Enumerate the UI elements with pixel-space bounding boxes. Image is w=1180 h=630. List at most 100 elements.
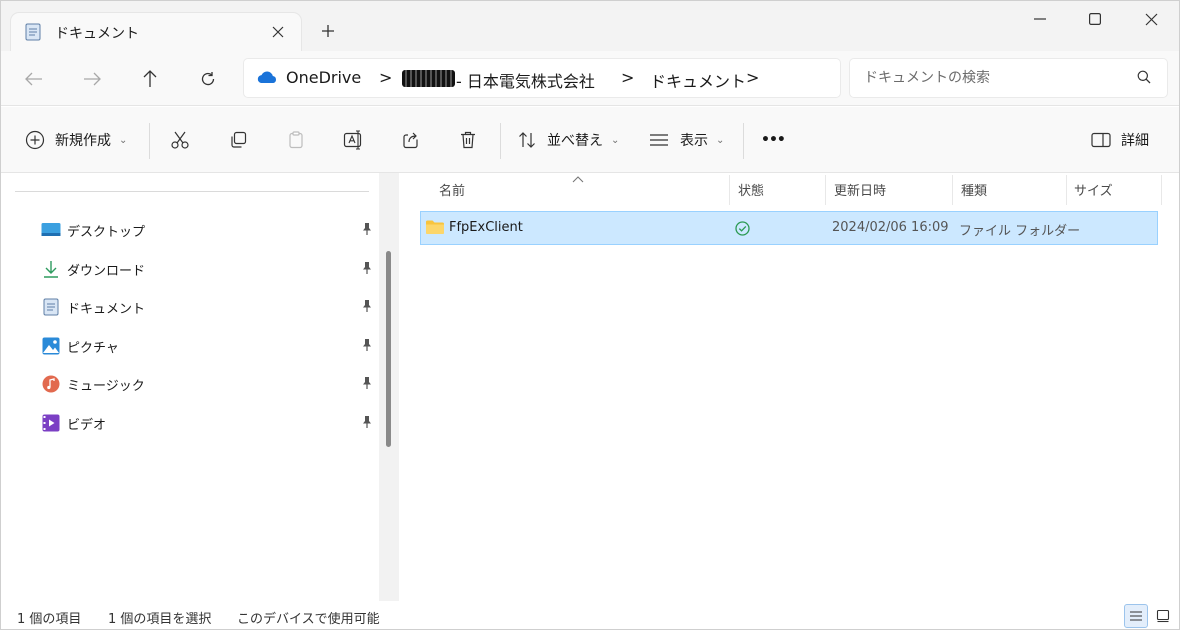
copy-button[interactable] (222, 124, 254, 156)
address-bar[interactable]: OneDrive > - 日本電気株式会社 > ドキュメント > (244, 59, 840, 97)
breadcrumb-documents[interactable]: ドキュメント (650, 68, 746, 92)
details-pane-icon (1089, 124, 1113, 156)
share-icon (395, 124, 427, 156)
file-type: ファイル フォルダー (959, 224, 1081, 239)
pin-icon[interactable] (361, 222, 373, 240)
pin-icon[interactable] (361, 376, 373, 394)
desktop-icon (41, 220, 61, 240)
toolbar-divider (743, 123, 744, 159)
column-header-size[interactable]: サイズ (1074, 173, 1113, 205)
pictures-icon (41, 336, 61, 356)
toolbar-divider (500, 123, 501, 159)
back-button[interactable] (18, 63, 50, 95)
video-icon (41, 413, 61, 433)
view-list-icon (646, 124, 672, 156)
maximize-button[interactable] (1067, 1, 1123, 37)
sidebar-item-label: ドキュメント (67, 301, 146, 317)
column-divider[interactable] (825, 175, 826, 205)
sidebar-item-music[interactable]: ミュージック (41, 367, 381, 401)
clipboard-icon (280, 124, 312, 156)
new-tab-button[interactable] (315, 18, 341, 44)
breadcrumb-organization[interactable]: - 日本電気株式会社 (456, 68, 595, 92)
music-icon (41, 374, 61, 394)
sort-icon (515, 124, 539, 156)
pin-icon[interactable] (361, 338, 373, 356)
breadcrumb-separator[interactable]: > (621, 68, 634, 87)
share-button[interactable] (395, 124, 427, 156)
title-bar: ドキュメント (1, 1, 1179, 51)
more-options-button[interactable]: ••• (761, 124, 786, 156)
column-divider[interactable] (952, 175, 953, 205)
folder-icon (425, 219, 445, 239)
refresh-icon (201, 72, 215, 86)
breadcrumb-separator[interactable]: > (746, 68, 759, 87)
pin-icon[interactable] (361, 261, 373, 279)
sidebar-item-videos[interactable]: ビデオ (41, 406, 381, 440)
cut-button[interactable] (164, 124, 196, 156)
large-icons-view-icon (1156, 609, 1170, 623)
redacted-name (402, 70, 455, 87)
chevron-down-icon: ⌄ (119, 134, 128, 146)
rename-icon (338, 124, 370, 156)
column-divider[interactable] (1066, 175, 1067, 205)
paste-button[interactable] (280, 124, 312, 156)
plus-circle-icon (23, 124, 47, 156)
arrow-right-icon (84, 72, 101, 86)
view-button-label: 表示 (680, 133, 708, 149)
onedrive-icon (256, 70, 278, 88)
details-view-button[interactable] (1124, 604, 1148, 628)
breadcrumb-onedrive[interactable]: OneDrive (286, 68, 361, 87)
view-button[interactable]: 表示 ⌄ (646, 124, 724, 156)
chevron-down-icon: ⌄ (716, 134, 725, 146)
search-icon[interactable] (1137, 70, 1151, 88)
minimize-icon (1034, 18, 1046, 20)
arrow-left-icon (25, 72, 42, 86)
sidebar-item-label: ピクチャ (67, 340, 119, 356)
sidebar-item-downloads[interactable]: ダウンロード (41, 252, 381, 286)
sidebar-divider (15, 191, 369, 192)
minimize-button[interactable] (1012, 1, 1068, 37)
up-button[interactable] (134, 63, 166, 95)
new-button[interactable]: 新規作成 ⌄ (23, 124, 127, 156)
column-header-name[interactable]: 名前 (439, 173, 465, 205)
column-header-type[interactable]: 種類 (961, 173, 987, 205)
sidebar-item-documents[interactable]: ドキュメント (41, 290, 381, 324)
search-input[interactable] (864, 67, 1124, 89)
sidebar-scrollbar-thumb[interactable] (386, 251, 391, 447)
close-icon (1145, 13, 1157, 25)
column-header-modified[interactable]: 更新日時 (834, 173, 886, 205)
tab-documents[interactable]: ドキュメント (11, 13, 301, 51)
sidebar-item-pictures[interactable]: ピクチャ (41, 329, 381, 363)
synced-check-icon (735, 221, 750, 240)
details-button[interactable]: 詳細 (1089, 124, 1149, 156)
search-box[interactable] (850, 59, 1167, 97)
navigation-bar: OneDrive > - 日本電気株式会社 > ドキュメント > (1, 51, 1179, 106)
arrow-up-icon (143, 70, 157, 87)
column-divider[interactable] (729, 175, 730, 205)
file-list: 名前 状態 更新日時 種類 サイズ FfpExClient 2024/02/06… (399, 173, 1179, 601)
column-divider[interactable] (1161, 175, 1162, 205)
details-view-icon (1130, 611, 1142, 621)
sidebar-item-label: ミュージック (67, 378, 145, 394)
sort-button[interactable]: 並べ替え ⌄ (515, 124, 619, 156)
delete-button[interactable] (452, 124, 484, 156)
tiles-view-button[interactable] (1151, 604, 1175, 628)
close-window-button[interactable] (1123, 1, 1179, 37)
status-bar: 1 個の項目 1 個の項目を選択 このデバイスで使用可能 (1, 601, 1179, 629)
toolbar-divider (149, 123, 150, 159)
pin-icon[interactable] (361, 299, 373, 317)
command-bar: 新規作成 ⌄ 並べ替え ⌄ 表示 ⌄ ••• 詳細 (1, 107, 1179, 173)
breadcrumb-separator[interactable]: > (379, 68, 392, 87)
table-row[interactable]: FfpExClient 2024/02/06 16:09 ファイル フォルダー (420, 211, 1158, 245)
navigation-pane: デスクトップ ダウンロード ドキュメント ピクチャ ミュージック ビデオ (1, 173, 399, 601)
sidebar-item-desktop[interactable]: デスクトップ (41, 213, 381, 247)
tab-close-icon[interactable] (265, 19, 291, 45)
forward-button[interactable] (76, 63, 108, 95)
column-header-status[interactable]: 状態 (738, 173, 764, 205)
rename-button[interactable] (338, 124, 370, 156)
scissors-icon (164, 124, 196, 156)
document-icon (25, 23, 41, 45)
pin-icon[interactable] (361, 415, 373, 433)
item-count: 1 個の項目 (17, 612, 82, 627)
refresh-button[interactable] (192, 63, 224, 95)
